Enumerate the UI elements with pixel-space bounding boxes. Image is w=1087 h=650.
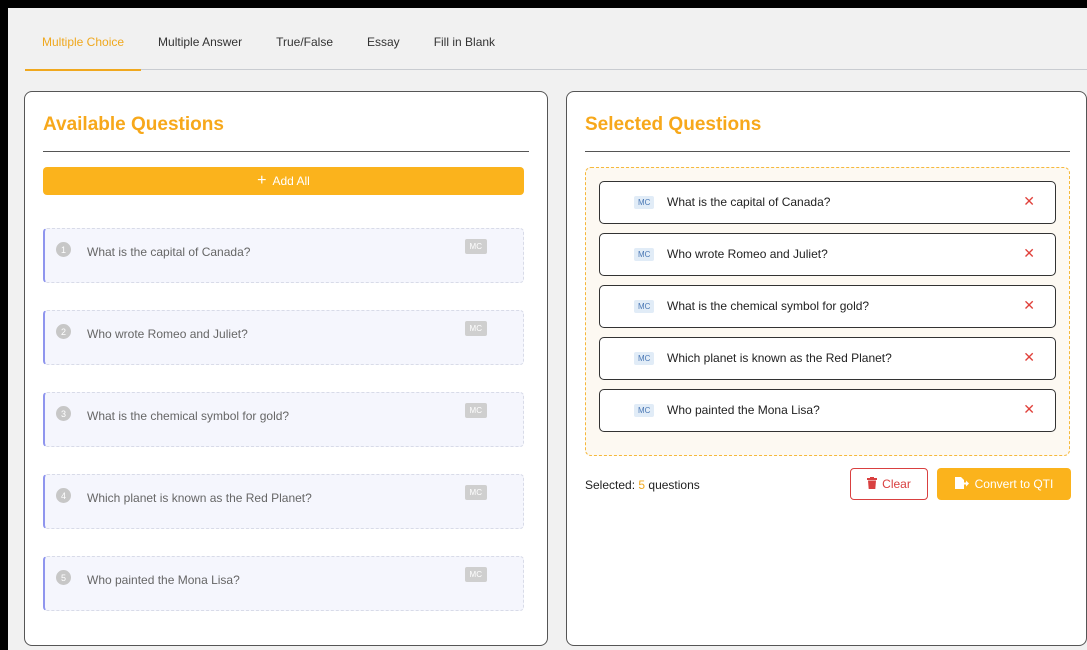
selected-question-item[interactable]: MC Which planet is known as the Red Plan… [599,337,1056,380]
convert-to-qti-button[interactable]: Convert to QTI [937,468,1071,500]
tab-essay[interactable]: Essay [350,32,417,70]
close-icon[interactable]: ✕ [1023,245,1035,262]
selected-question-item[interactable]: MC Who painted the Mona Lisa? ✕ [599,389,1056,432]
question-text: Who wrote Romeo and Juliet? [667,247,828,261]
trash-icon [867,476,878,492]
question-type-badge: MC [464,567,487,582]
question-text: What is the capital of Canada? [667,195,831,209]
question-text: Who painted the Mona Lisa? [87,573,240,587]
convert-label: Convert to QTI [974,477,1054,491]
close-icon[interactable]: ✕ [1023,401,1035,418]
question-text: Who painted the Mona Lisa? [667,403,820,417]
available-questions-title: Available Questions [43,114,224,135]
question-number-badge: 4 [56,488,71,503]
add-all-label: Add All [272,174,310,188]
question-text: What is the capital of Canada? [87,245,251,259]
file-export-icon [954,476,969,492]
question-type-tag: MC [634,300,655,313]
question-number-badge: 5 [56,570,71,585]
selected-questions-panel: Selected Questions MC What is the capita… [566,91,1087,646]
close-icon[interactable]: ✕ [1023,349,1035,366]
question-type-tag: MC [634,248,655,261]
question-number-badge: 3 [56,406,71,421]
question-type-tag: MC [634,196,655,209]
question-text: Who wrote Romeo and Juliet? [87,327,248,341]
tab-true-false[interactable]: True/False [259,32,350,70]
add-all-button[interactable]: + Add All [43,167,524,195]
plus-icon: + [257,172,267,189]
tab-multiple-answer[interactable]: Multiple Answer [141,32,259,70]
divider [43,151,529,152]
selected-question-item[interactable]: MC What is the capital of Canada? ✕ [599,181,1056,224]
available-question-item[interactable]: 2 Who wrote Romeo and Juliet? MC [43,310,524,365]
selected-count-prefix: Selected: [585,478,639,492]
question-type-tag: MC [634,404,655,417]
question-number-badge: 1 [56,242,71,257]
question-type-tabs: Multiple Choice Multiple Answer True/Fal… [25,32,1087,71]
question-text: What is the chemical symbol for gold? [667,299,870,313]
selected-count-suffix: questions [645,478,700,492]
question-text: Which planet is known as the Red Planet? [87,491,312,505]
selected-drop-zone[interactable]: MC What is the capital of Canada? ✕ MC W… [585,167,1070,456]
close-icon[interactable]: ✕ [1023,297,1035,314]
available-question-item[interactable]: 4 Which planet is known as the Red Plane… [43,474,524,529]
selected-count: Selected: 5 questions [585,478,700,492]
close-icon[interactable]: ✕ [1023,193,1035,210]
question-number-badge: 2 [56,324,71,339]
clear-button[interactable]: Clear [850,468,928,500]
question-text: Which planet is known as the Red Planet? [667,351,892,365]
available-question-item[interactable]: 1 What is the capital of Canada? MC [43,228,524,283]
divider [585,151,1070,152]
question-type-badge: MC [464,321,487,336]
available-question-item[interactable]: 5 Who painted the Mona Lisa? MC [43,556,524,611]
question-type-badge: MC [464,239,487,254]
selected-question-item[interactable]: MC Who wrote Romeo and Juliet? ✕ [599,233,1056,276]
question-text: What is the chemical symbol for gold? [87,409,290,423]
selected-question-item[interactable]: MC What is the chemical symbol for gold?… [599,285,1056,328]
tab-multiple-choice[interactable]: Multiple Choice [25,32,142,71]
clear-label: Clear [882,477,911,491]
question-type-badge: MC [464,403,487,418]
available-questions-panel: Available Questions + Add All 1 What is … [24,91,548,646]
selected-questions-title: Selected Questions [585,114,762,135]
available-question-item[interactable]: 3 What is the chemical symbol for gold? … [43,392,524,447]
selected-question-list: MC What is the capital of Canada? ✕ MC W… [599,181,1056,441]
question-type-tag: MC [634,352,655,365]
tab-fill-in-blank[interactable]: Fill in Blank [417,32,512,70]
question-type-badge: MC [464,485,487,500]
available-question-list: 1 What is the capital of Canada? MC 2 Wh… [43,228,524,638]
app-window: Multiple Choice Multiple Answer True/Fal… [8,8,1087,650]
